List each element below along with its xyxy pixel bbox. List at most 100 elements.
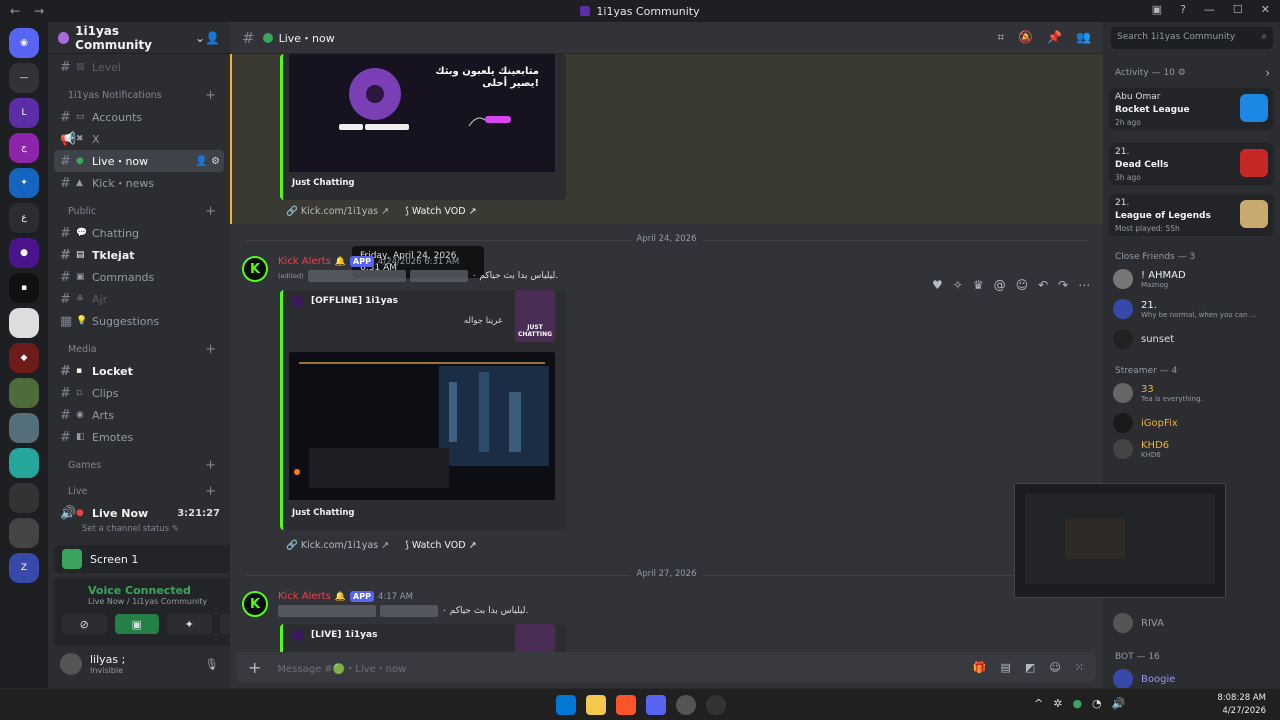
- reaction-icon[interactable]: ✧: [953, 278, 963, 292]
- discord-home-icon[interactable]: ◉: [9, 28, 39, 58]
- channel-emotes[interactable]: # ◧ Emotes: [54, 426, 224, 448]
- members-icon[interactable]: 👥: [1076, 30, 1091, 45]
- embed-title[interactable]: [LIVE] 1i1yas: [311, 630, 377, 640]
- message-author[interactable]: Kick Alerts: [278, 256, 331, 267]
- channel-status[interactable]: Set a channel status ✎: [54, 524, 224, 536]
- server-icon[interactable]: ع: [9, 203, 39, 233]
- screen-share-icon[interactable]: ▣: [114, 614, 159, 634]
- watch-vod-link[interactable]: ⟆ Watch VOD ↗: [405, 206, 476, 217]
- message-timestamp[interactable]: 4/24/2026 6:31 AM: [378, 257, 459, 267]
- chevron-right-icon[interactable]: ›: [1265, 66, 1270, 80]
- server-icon[interactable]: —: [9, 63, 39, 93]
- channel-ajr[interactable]: # ♣ Ajr: [54, 288, 224, 310]
- watch-vod-link[interactable]: ⟆ Watch VOD ↗: [405, 540, 476, 551]
- channel-arts[interactable]: # ◉ Arts: [54, 404, 224, 426]
- discord-icon[interactable]: [646, 695, 666, 715]
- mic-icon[interactable]: 🎙: [204, 658, 218, 671]
- channel-suggestions[interactable]: ▦ 💡 Suggestions: [54, 310, 224, 332]
- server-icon[interactable]: [9, 413, 39, 443]
- category-games[interactable]: Games +: [54, 454, 224, 476]
- channel-tklejat[interactable]: # ▤ Tklejat: [54, 244, 224, 266]
- category-public[interactable]: Public +: [54, 200, 224, 222]
- mention-icon[interactable]: @: [994, 278, 1006, 292]
- tray-app-icon[interactable]: ●: [1072, 697, 1082, 710]
- activity-card[interactable]: 21. Dead Cells 3h ago: [1109, 143, 1274, 185]
- volume-icon[interactable]: 🔊: [1112, 697, 1126, 710]
- clock[interactable]: 8:08:28 AM 4/27/2026: [1217, 692, 1266, 718]
- channel-commands[interactable]: # ▣ Commands: [54, 266, 224, 288]
- channel-locket[interactable]: # ▪ Locket: [54, 360, 224, 382]
- server-icon[interactable]: [9, 483, 39, 513]
- embed-image[interactable]: [289, 352, 555, 500]
- server-icon[interactable]: ج: [9, 133, 39, 163]
- inbox-icon[interactable]: ▣: [1152, 3, 1162, 16]
- help-icon[interactable]: ?: [1180, 3, 1186, 16]
- server-icon[interactable]: Z: [9, 553, 39, 583]
- message-author[interactable]: Kick Alerts: [278, 591, 331, 602]
- member-item[interactable]: 21. Why be normal, when you can ...: [1113, 296, 1273, 322]
- mute-icon[interactable]: 🔕: [1018, 30, 1033, 45]
- member-item[interactable]: iGopFix: [1113, 410, 1273, 436]
- heart-icon[interactable]: ♥: [932, 278, 943, 292]
- add-attachment-icon[interactable]: +: [248, 658, 261, 677]
- channel-level[interactable]: # ▧ Level: [54, 56, 224, 78]
- category-notifications[interactable]: 1i1yas Notifications +: [54, 84, 224, 106]
- channel-accounts[interactable]: # ▭ Accounts: [54, 106, 224, 128]
- embed-thumbnail[interactable]: JUST CHATTING: [515, 290, 555, 342]
- category-media[interactable]: Media +: [54, 338, 224, 360]
- voice-channel-live-now[interactable]: 🔊 ● Live Now 3:21:27: [54, 502, 224, 524]
- channel-kick-news[interactable]: # ▲ Kick・news: [54, 172, 224, 194]
- server-icon[interactable]: [9, 308, 39, 338]
- more-icon[interactable]: ⋯: [1078, 278, 1090, 292]
- obs-icon[interactable]: [676, 695, 696, 715]
- activity-card[interactable]: 21. League of Legends Most played: 55h: [1109, 194, 1274, 236]
- forward-icon[interactable]: →: [34, 4, 44, 18]
- channel-x[interactable]: 📢 ✖ X: [54, 128, 224, 150]
- forward-icon[interactable]: ↷: [1058, 278, 1068, 292]
- apps-icon[interactable]: ⁙: [1075, 661, 1084, 674]
- member-item[interactable]: RIVA: [1113, 610, 1273, 636]
- activity-card[interactable]: Abu Omar Rocket League 2h ago: [1109, 88, 1274, 130]
- channel-live-now[interactable]: # ● Live・now 👤 ⚙: [54, 150, 224, 172]
- server-icon[interactable]: ●: [9, 238, 39, 268]
- server-icon[interactable]: [9, 518, 39, 548]
- file-explorer-icon[interactable]: [586, 695, 606, 715]
- server-icon[interactable]: [9, 448, 39, 478]
- kick-link[interactable]: 🔗 Kick.com/1i1yas ↗: [286, 206, 389, 217]
- server-icon[interactable]: ◆: [9, 343, 39, 373]
- channel-chatting[interactable]: # 💬 Chatting: [54, 222, 224, 244]
- settings-icon[interactable]: [706, 695, 726, 715]
- embed-title[interactable]: [OFFLINE] 1i1yas: [311, 296, 398, 306]
- gift-icon[interactable]: 🎁: [973, 661, 987, 674]
- crown-icon[interactable]: ♛: [973, 278, 984, 292]
- back-icon[interactable]: ←: [10, 4, 20, 18]
- server-icon[interactable]: L: [9, 98, 39, 128]
- close-button[interactable]: ✕: [1261, 3, 1270, 16]
- chevron-up-icon[interactable]: ^: [1034, 697, 1043, 710]
- member-item[interactable]: KHD6 KHD6: [1113, 436, 1273, 462]
- avatar[interactable]: K: [242, 591, 268, 617]
- member-item[interactable]: sunset: [1113, 326, 1273, 352]
- embed-image[interactable]: متابعينك يلعبون وبثك يصير أحلى!: [289, 54, 555, 172]
- member-item[interactable]: 33 Tea is everything.: [1113, 380, 1273, 406]
- camera-off-icon[interactable]: ⊘: [62, 614, 107, 634]
- member-item[interactable]: ! AHMAD Maznog: [1113, 266, 1273, 292]
- message-input[interactable]: Message #🟢・Live・now: [277, 660, 406, 675]
- activities-icon[interactable]: ✦: [167, 614, 212, 634]
- server-icon[interactable]: ▪: [9, 273, 39, 303]
- channel-settings-icon[interactable]: 👤 ⚙: [195, 156, 220, 167]
- minimize-button[interactable]: —: [1204, 3, 1215, 16]
- category-live[interactable]: Live +: [54, 480, 224, 502]
- emoji-icon[interactable]: ☺: [1016, 278, 1029, 292]
- threads-icon[interactable]: ⌗: [997, 30, 1004, 45]
- search-input[interactable]: Search 1i1yas Community ⌕: [1111, 27, 1273, 49]
- server-icon[interactable]: ✦: [9, 168, 39, 198]
- pin-icon[interactable]: 📌: [1047, 30, 1062, 45]
- windows-start-icon[interactable]: [556, 695, 576, 715]
- kick-link[interactable]: 🔗 Kick.com/1i1yas ↗: [286, 540, 389, 551]
- server-icon[interactable]: [9, 378, 39, 408]
- add-member-icon[interactable]: 👤: [205, 31, 220, 45]
- emoji-icon[interactable]: ☺: [1049, 661, 1060, 674]
- brave-browser-icon[interactable]: [616, 695, 636, 715]
- gif-icon[interactable]: ▤: [1001, 661, 1011, 674]
